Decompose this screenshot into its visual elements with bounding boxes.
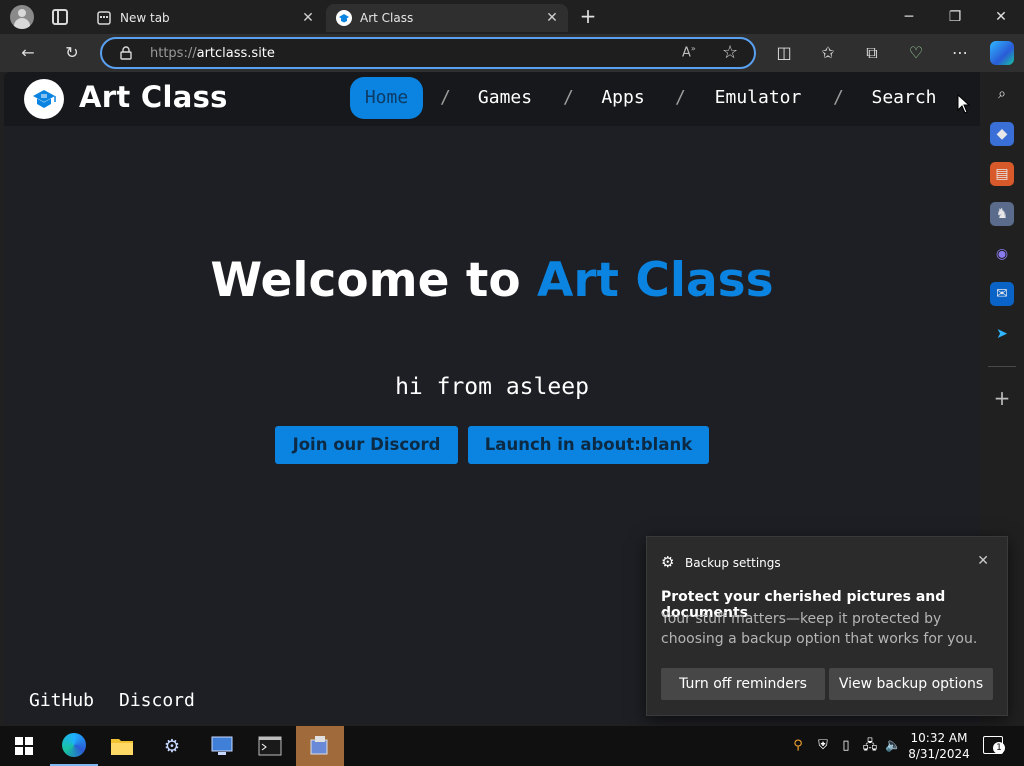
nav-games[interactable]: Games xyxy=(474,77,536,119)
remote-desktop-icon[interactable] xyxy=(198,726,246,766)
sidebar-add-icon[interactable]: + xyxy=(990,386,1014,410)
sidebar-divider xyxy=(988,366,1016,367)
sidebar-shopping-icon[interactable]: ◆ xyxy=(990,122,1014,146)
favorite-star-icon[interactable]: ☆ xyxy=(722,42,738,63)
url-text[interactable]: https://artclass.site xyxy=(150,46,275,61)
notification-center-icon[interactable]: 1 xyxy=(983,736,1005,754)
hero-title-prefix: Welcome to xyxy=(210,253,537,308)
start-button[interactable] xyxy=(0,726,48,766)
footer-link-github[interactable]: GitHub xyxy=(29,690,94,711)
sidebar-tools-icon[interactable]: ▤ xyxy=(990,162,1014,186)
address-bar[interactable]: https://artclass.site A» ☆ xyxy=(100,37,756,69)
turn-off-reminders-button[interactable]: Turn off reminders xyxy=(661,668,825,700)
art-class-favicon xyxy=(336,10,352,26)
lock-icon[interactable] xyxy=(120,45,132,64)
tab-title: Art Class xyxy=(360,11,414,25)
sidebar-drop-icon[interactable]: ➤ xyxy=(990,322,1014,346)
sidebar-copilot-icon[interactable]: ◉ xyxy=(990,242,1014,266)
terminal-icon[interactable] xyxy=(246,726,294,766)
browser-toolbar: ← ↻ https://artclass.site A» ☆ ◫ ✩ ⧉ ♡ ⋯ xyxy=(0,34,1024,72)
toast-body: Your stuff matters—keep it protected by … xyxy=(661,611,978,647)
mouse-cursor-icon xyxy=(957,94,971,114)
notification-count-badge: 1 xyxy=(993,742,1005,754)
edge-taskbar-icon[interactable] xyxy=(50,726,98,766)
more-options-icon[interactable]: ⋯ xyxy=(949,42,971,64)
file-explorer-icon[interactable] xyxy=(98,726,146,766)
clock-time[interactable]: 10:32 AM xyxy=(908,731,970,745)
favorites-icon[interactable]: ✩ xyxy=(817,42,839,64)
profile-icon[interactable] xyxy=(10,5,34,29)
new-tab-page-icon xyxy=(96,10,112,26)
back-arrow-icon[interactable]: ← xyxy=(17,42,39,64)
gear-icon: ⚙ xyxy=(661,553,675,571)
copilot-icon[interactable] xyxy=(990,41,1014,65)
footer-link-discord[interactable]: Discord xyxy=(119,690,195,711)
site-navbar: Art Class Home / Games / Apps / Emulator… xyxy=(4,72,980,126)
tab-new-tab[interactable]: New tab ✕ xyxy=(86,4,324,32)
close-window-button[interactable]: ✕ xyxy=(978,0,1024,34)
refresh-icon[interactable]: ↻ xyxy=(61,42,83,64)
join-discord-button[interactable]: Join our Discord xyxy=(275,426,458,464)
network-icon[interactable]: 🖧 xyxy=(862,738,878,754)
tab-close-icon[interactable]: ✕ xyxy=(300,10,316,26)
tab-close-icon[interactable]: ✕ xyxy=(544,10,560,26)
windows-taskbar: ⚙ ⚲ ⛨ ▯ 🖧 🔈 10:32 AM 8/31/2024 1 xyxy=(0,726,1024,766)
backup-notification-toast[interactable]: ⚙ Backup settings ✕ Protect your cherish… xyxy=(646,536,1008,716)
hero-title-accent: Art Class xyxy=(536,253,774,308)
nav-search[interactable]: Search xyxy=(868,77,940,119)
nav-separator: / xyxy=(833,87,844,108)
read-aloud-icon[interactable]: A» xyxy=(682,44,696,60)
hero-title: Welcome to Art Class xyxy=(4,250,980,312)
battery-icon[interactable]: ▯ xyxy=(838,738,854,754)
url-host: artclass.site xyxy=(196,46,275,61)
minimize-button[interactable]: ─ xyxy=(886,0,932,34)
hero-subtitle: hi from asleep xyxy=(395,374,589,400)
nav-separator: / xyxy=(563,87,574,108)
pinned-app-icon[interactable] xyxy=(296,726,344,766)
security-shield-icon[interactable]: ⛨ xyxy=(815,738,831,754)
toast-app-name: Backup settings xyxy=(685,556,781,570)
network-tool-icon[interactable]: ⚙ xyxy=(148,726,196,766)
toast-close-icon[interactable]: ✕ xyxy=(977,553,989,569)
split-screen-icon[interactable]: ◫ xyxy=(773,42,795,64)
browser-titlebar: New tab ✕ Art Class ✕ + ─ ❐ ✕ xyxy=(0,0,1024,34)
launch-about-blank-button[interactable]: Launch in about:blank xyxy=(468,426,709,464)
restore-button[interactable]: ❐ xyxy=(932,0,978,34)
collections-icon[interactable]: ⧉ xyxy=(861,42,883,64)
sidebar-outlook-icon[interactable]: ✉ xyxy=(990,282,1014,306)
nav-apps[interactable]: Apps xyxy=(598,77,648,119)
nav-home[interactable]: Home xyxy=(350,77,423,119)
tab-actions-icon[interactable] xyxy=(52,9,68,25)
view-backup-options-button[interactable]: View backup options xyxy=(829,668,993,700)
volume-muted-icon[interactable]: 🔈 xyxy=(885,738,901,754)
nav-emulator[interactable]: Emulator xyxy=(710,77,806,119)
nav-separator: / xyxy=(675,87,686,108)
clock-date[interactable]: 8/31/2024 xyxy=(908,747,970,761)
nav-separator: / xyxy=(440,87,451,108)
sidebar-games-icon[interactable]: ♞ xyxy=(990,202,1014,226)
sidebar-search-icon[interactable]: ⌕ xyxy=(990,82,1014,106)
browser-essentials-icon[interactable]: ♡ xyxy=(905,42,927,64)
site-title[interactable]: Art Class xyxy=(79,80,228,114)
new-tab-button[interactable]: + xyxy=(578,6,598,26)
tab-art-class[interactable]: Art Class ✕ xyxy=(326,4,568,32)
url-scheme: https:// xyxy=(150,46,197,61)
art-class-logo[interactable] xyxy=(24,79,64,119)
tab-title: New tab xyxy=(120,11,170,25)
search-tray-icon[interactable]: ⚲ xyxy=(790,738,806,754)
